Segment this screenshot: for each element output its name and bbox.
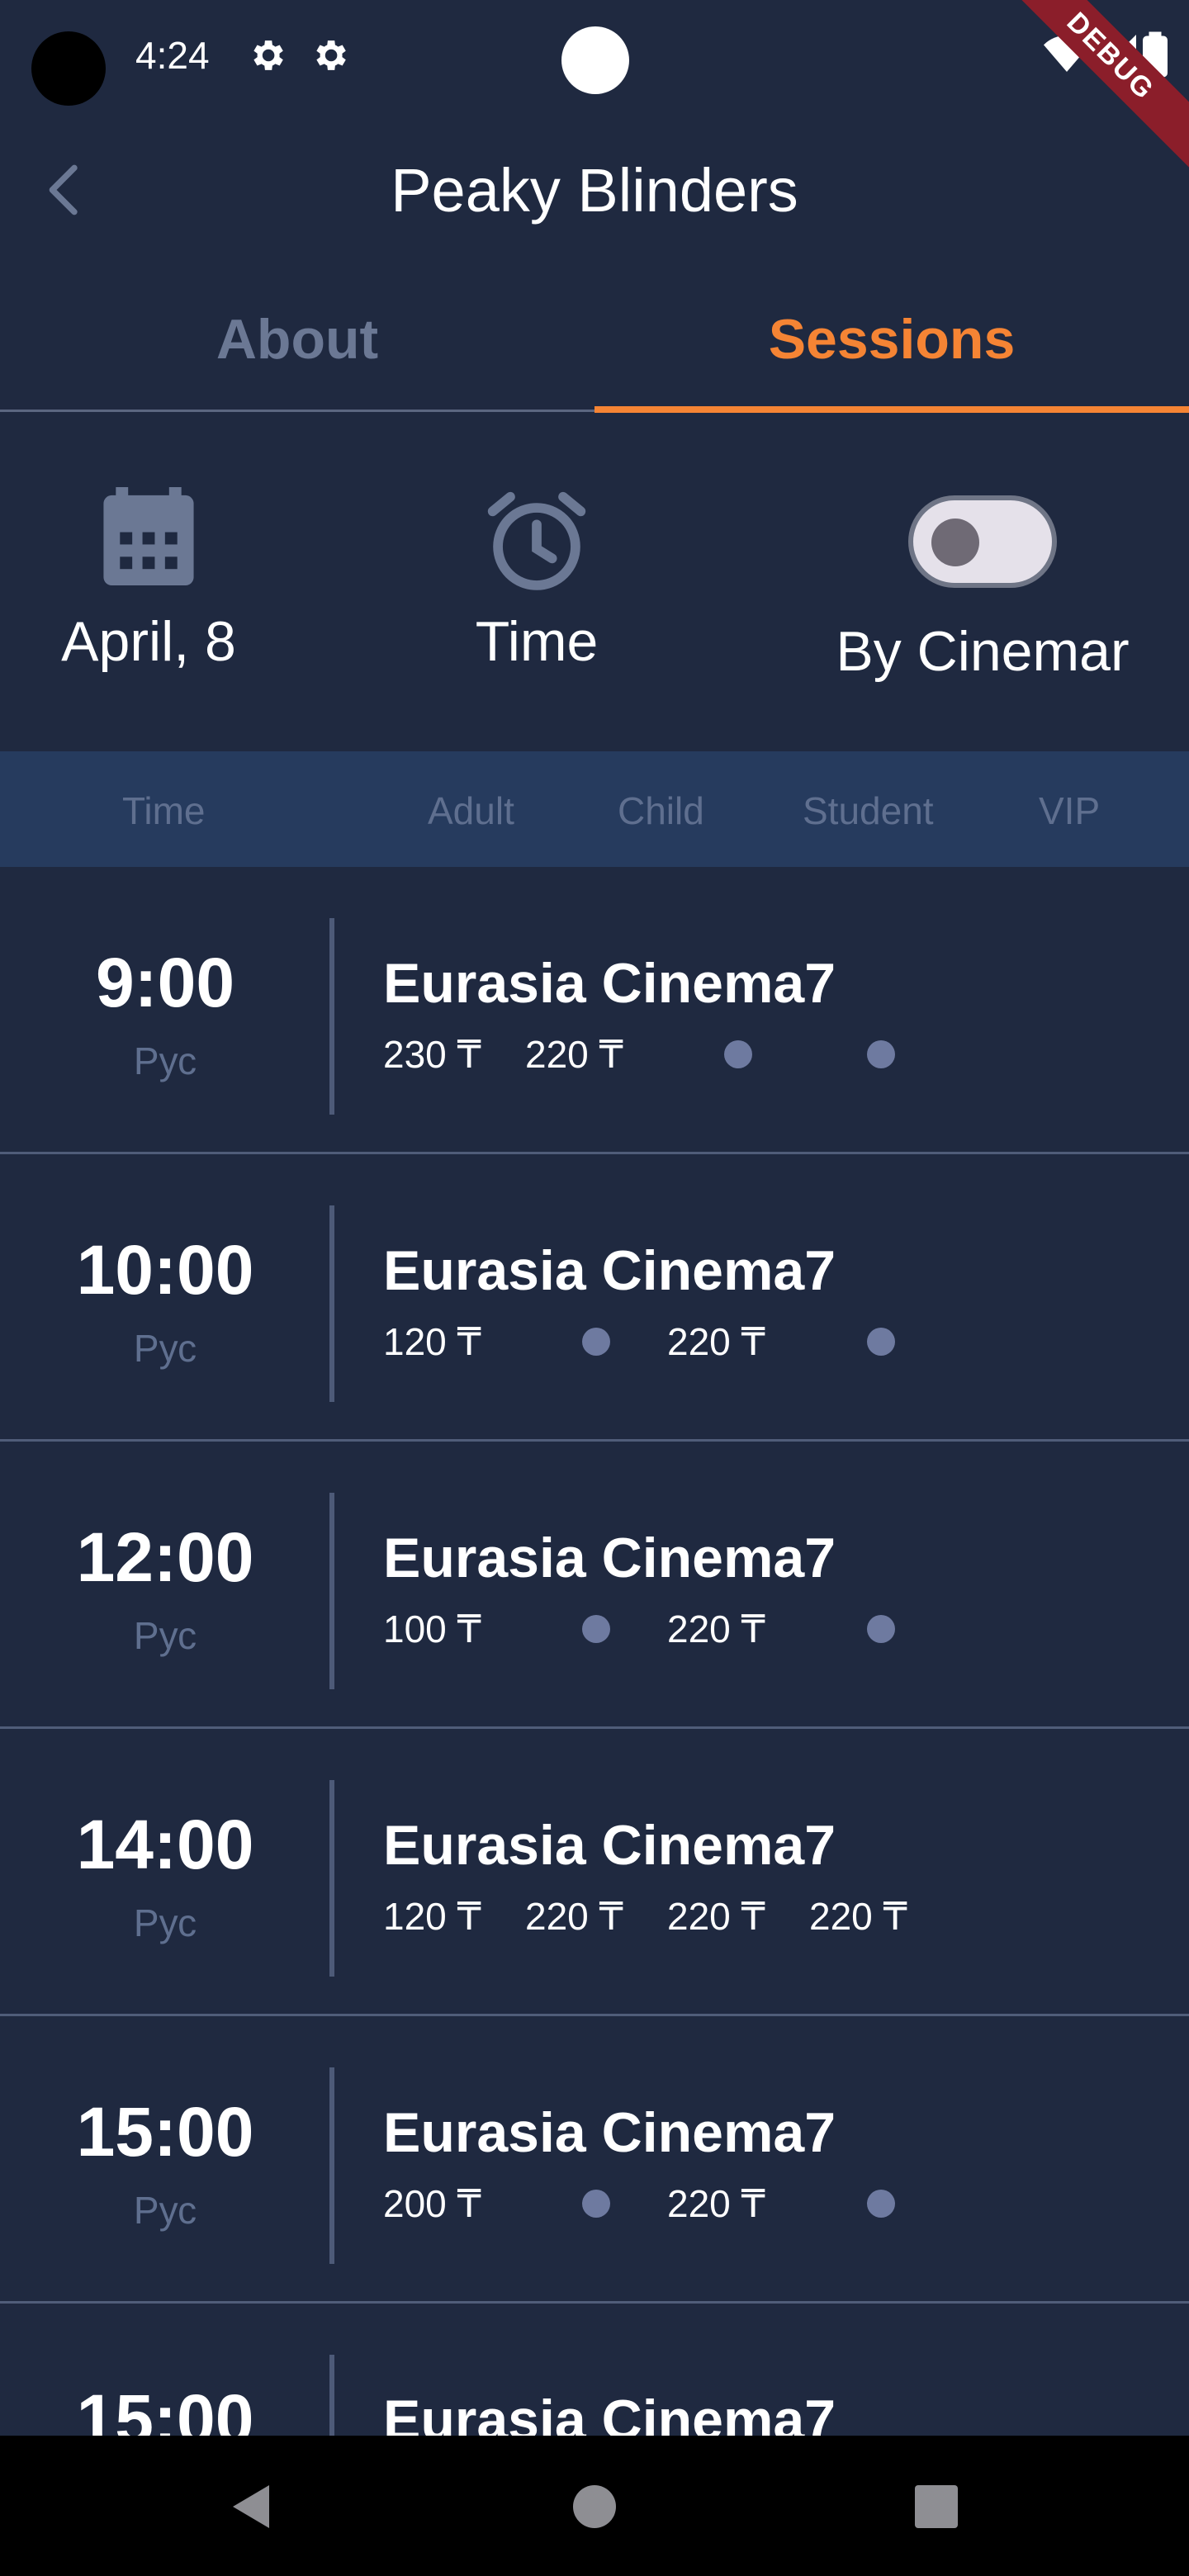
- session-divider: [329, 2067, 334, 2264]
- nav-back-icon[interactable]: [182, 2436, 314, 2576]
- price-unavailable-dot: [867, 2190, 895, 2218]
- status-bar: 4:24 DEBUG: [0, 0, 1189, 169]
- session-time: 9:00: [95, 944, 235, 1021]
- session-price: 120 ₸: [383, 1320, 481, 1363]
- session-cinema-name: Eurasia Cinema7: [383, 952, 836, 1015]
- session-row[interactable]: 10:00 Рус Eurasia Cinema7 120 ₸ 220 ₸: [0, 1154, 1189, 1442]
- session-time: 15:00: [76, 2093, 254, 2171]
- session-divider: [329, 918, 334, 1115]
- nav-home-icon[interactable]: [528, 2436, 661, 2576]
- session-divider: [329, 1780, 334, 1977]
- price-unavailable-dot: [867, 1328, 895, 1356]
- gear-icon: [316, 40, 346, 70]
- session-row[interactable]: 15:00 Рус Eurasia Cinema7 200 ₸ 220 ₸: [0, 2016, 1189, 2304]
- date-filter-label: April, 8: [61, 610, 236, 673]
- session-time: 12:00: [76, 1518, 254, 1596]
- tab-about[interactable]: About: [0, 281, 594, 413]
- status-time: 4:24: [135, 34, 210, 77]
- table-header: Time Adult Child Student VIP: [0, 751, 1189, 867]
- price-unavailable-dot: [724, 1040, 752, 1068]
- date-filter[interactable]: April, 8: [33, 413, 264, 751]
- tab-sessions[interactable]: Sessions: [594, 281, 1189, 413]
- session-language: Рус: [133, 1901, 197, 1944]
- header-child: Child: [618, 789, 704, 832]
- session-price: 220 ₸: [667, 1320, 765, 1363]
- session-language: Рус: [133, 1039, 197, 1082]
- page-title: Peaky Blinders: [391, 156, 798, 225]
- session-price: 200 ₸: [383, 2182, 481, 2225]
- header-adult: Adult: [428, 789, 514, 832]
- by-cinema-label: By Cinemar: [836, 620, 1130, 683]
- session-divider: [329, 2355, 334, 2436]
- price-unavailable-dot: [582, 1615, 610, 1643]
- header-vip: VIP: [1039, 789, 1101, 832]
- session-time: 14:00: [76, 1806, 254, 1883]
- session-cinema-name: Eurasia Cinema7: [383, 1527, 836, 1589]
- session-list: 9:00 Рус Eurasia Cinema7 230 ₸ 220 ₸ 10:00 Рус…: [0, 867, 1189, 2436]
- session-price: 220 ₸: [667, 2182, 765, 2225]
- alarm-clock-icon: [487, 491, 586, 590]
- session-price: 220 ₸: [667, 1608, 765, 1650]
- session-price: 230 ₸: [383, 1033, 481, 1076]
- session-language: Рус: [133, 1327, 197, 1370]
- session-price: 220 ₸: [809, 1895, 907, 1938]
- camera-cutout: [31, 31, 106, 106]
- tab-bar: About Sessions: [0, 281, 1189, 413]
- header-time: Time: [122, 789, 206, 832]
- session-cinema-name: Eurasia Cinema7: [383, 1239, 836, 1302]
- toggle-knob: [931, 519, 979, 566]
- time-filter[interactable]: Time: [429, 413, 644, 751]
- session-price: 220 ₸: [525, 1895, 623, 1938]
- session-language: Рус: [133, 2189, 197, 2232]
- price-unavailable-dot: [867, 1040, 895, 1068]
- system-nav-bar: [0, 2436, 1189, 2576]
- session-price: 220 ₸: [525, 1033, 623, 1076]
- price-unavailable-dot: [582, 2190, 610, 2218]
- by-cinema-filter: By Cinemar: [826, 413, 1139, 751]
- by-cinema-toggle[interactable]: [908, 495, 1057, 588]
- nav-recents-icon[interactable]: [870, 2436, 1002, 2576]
- session-price: 120 ₸: [383, 1895, 481, 1938]
- status-dot: [561, 26, 629, 94]
- session-divider: [329, 1205, 334, 1402]
- session-divider: [329, 1493, 334, 1689]
- gear-icon: [253, 40, 283, 70]
- tab-active-indicator: [594, 406, 1189, 413]
- time-filter-label: Time: [475, 610, 599, 673]
- session-price: 100 ₸: [383, 1608, 481, 1650]
- session-row[interactable]: 14:00 Рус Eurasia Cinema7 120 ₸ 220 ₸ 220 ₸ 22…: [0, 1729, 1189, 2016]
- session-time: 15:00: [76, 2380, 254, 2436]
- session-row[interactable]: 9:00 Рус Eurasia Cinema7 230 ₸ 220 ₸: [0, 867, 1189, 1154]
- session-language: Рус: [133, 1614, 197, 1657]
- calendar-icon: [103, 487, 194, 586]
- session-time: 10:00: [76, 1231, 254, 1309]
- price-unavailable-dot: [582, 1328, 610, 1356]
- session-cinema-name: Eurasia Cinema7: [383, 1814, 836, 1877]
- session-row[interactable]: 12:00 Рус Eurasia Cinema7 100 ₸ 220 ₸: [0, 1442, 1189, 1729]
- price-unavailable-dot: [867, 1615, 895, 1643]
- app-bar: Peaky Blinders: [0, 132, 1189, 248]
- session-row[interactable]: 15:00РусEurasia Cinema7: [0, 2304, 1189, 2436]
- session-price: 220 ₸: [667, 1895, 765, 1938]
- header-student: Student: [803, 789, 934, 832]
- filter-bar: April, 8 Time By Cinemar: [0, 413, 1189, 751]
- session-cinema-name: Eurasia Cinema7: [383, 2389, 836, 2436]
- session-cinema-name: Eurasia Cinema7: [383, 2101, 836, 2164]
